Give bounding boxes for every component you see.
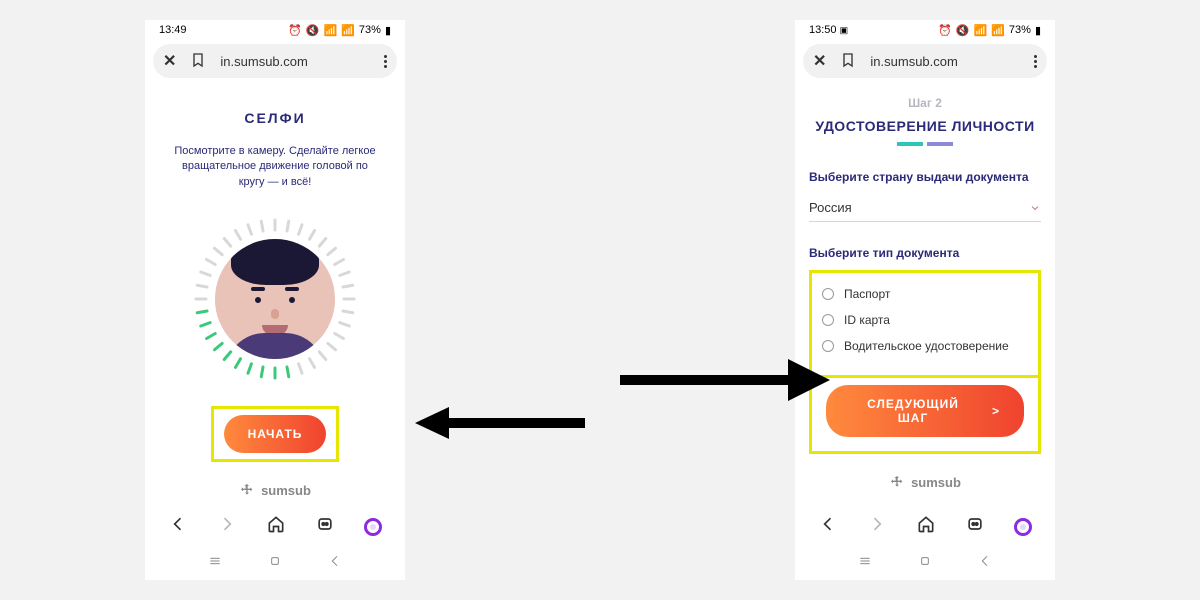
doctype-option-driver[interactable]: Водительское удостоверение (822, 333, 1028, 359)
status-bar: 13:50 ▣ ⏰ 🔇 📶 📶 73% ▮ (795, 20, 1055, 40)
status-bar: 13:49 ⏰ 🔇 📶 📶 73% ▮ (145, 20, 405, 40)
doctype-option-label: Паспорт (844, 287, 890, 301)
screenshot-icon: ▣ (840, 25, 849, 35)
doctype-section-label: Выберите тип документа (809, 246, 1041, 260)
signal-icon: 📶 (991, 24, 1005, 37)
sys-back-icon[interactable] (327, 553, 343, 574)
signal-icon: 📶 (341, 24, 355, 37)
highlight-doctype-box: Паспорт ID карта Водительское удостовере… (809, 270, 1041, 378)
battery-icon: ▮ (385, 24, 391, 37)
selfie-title: СЕЛФИ (244, 110, 305, 126)
status-time: 13:49 (159, 24, 187, 36)
step-label: Шаг 2 (908, 96, 942, 110)
nav-back-icon[interactable] (168, 514, 188, 539)
start-button[interactable]: НАЧАТЬ (224, 415, 327, 453)
annotation-arrow-right (620, 355, 830, 405)
identity-title: УДОСТОВЕРЕНИЕ ЛИЧНОСТИ (815, 118, 1034, 134)
system-nav-bar (795, 549, 1055, 580)
sumsub-icon (889, 474, 905, 490)
wifi-icon: 📶 (324, 24, 338, 37)
brand-logo: sumsub (889, 474, 961, 490)
battery-icon: ▮ (1035, 24, 1041, 37)
doctype-option-idcard[interactable]: ID карта (822, 307, 1028, 333)
alarm-icon: ⏰ (938, 24, 952, 37)
nav-assistant-icon[interactable] (1014, 518, 1032, 536)
wifi-icon: 📶 (974, 24, 988, 37)
nav-forward-icon[interactable] (217, 514, 237, 539)
country-section-label: Выберите страну выдачи документа (809, 170, 1041, 184)
nav-assistant-icon[interactable] (364, 518, 382, 536)
doctype-option-passport[interactable]: Паспорт (822, 281, 1028, 307)
identity-screen: Шаг 2 УДОСТОВЕРЕНИЕ ЛИЧНОСТИ Выберите ст… (795, 78, 1055, 508)
brand-text: sumsub (261, 483, 311, 498)
sys-recent-icon[interactable] (857, 553, 873, 574)
phone-screenshot-selfie: 13:49 ⏰ 🔇 📶 📶 73% ▮ ✕ in.sumsub.com СЕЛФ… (145, 20, 405, 580)
sys-home-icon[interactable] (267, 553, 283, 574)
selfie-instructions: Посмотрите в камеру. Сделайте легкое вра… (159, 144, 391, 190)
system-nav-bar (145, 549, 405, 580)
face-avatar-icon (215, 239, 335, 359)
status-icons: ⏰ 🔇 📶 📶 73% ▮ (938, 24, 1041, 37)
phone-screenshot-identity: 13:50 ▣ ⏰ 🔇 📶 📶 73% ▮ ✕ in.sumsub.com Ша… (795, 20, 1055, 580)
country-select[interactable]: Россия (809, 194, 1041, 222)
doctype-option-label: Водительское удостоверение (844, 339, 1009, 353)
bookmark-icon[interactable] (840, 52, 856, 71)
kebab-menu-icon[interactable] (1034, 55, 1037, 68)
url-text: in.sumsub.com (870, 54, 1020, 69)
brand-text: sumsub (911, 475, 961, 490)
country-value: Россия (809, 200, 852, 215)
nav-tabs-icon[interactable] (965, 514, 985, 539)
radio-icon (822, 314, 834, 326)
nav-forward-icon[interactable] (867, 514, 887, 539)
close-icon[interactable]: ✕ (813, 51, 826, 71)
sumsub-icon (239, 482, 255, 498)
nav-back-icon[interactable] (818, 514, 838, 539)
browser-address-bar[interactable]: ✕ in.sumsub.com (803, 44, 1047, 78)
url-text: in.sumsub.com (220, 54, 370, 69)
status-time: 13:50 ▣ (809, 24, 848, 36)
radio-icon (822, 340, 834, 352)
browser-bottom-nav (153, 508, 397, 545)
nav-home-icon[interactable] (266, 514, 286, 539)
progress-indicator (897, 142, 953, 146)
sys-back-icon[interactable] (977, 553, 993, 574)
status-icons: ⏰ 🔇 📶 📶 73% ▮ (288, 24, 391, 37)
browser-address-bar[interactable]: ✕ in.sumsub.com (153, 44, 397, 78)
close-icon[interactable]: ✕ (163, 51, 176, 71)
sys-home-icon[interactable] (917, 553, 933, 574)
annotation-arrow-left (415, 403, 585, 443)
alarm-icon: ⏰ (288, 24, 302, 37)
battery-label: 73% (359, 24, 381, 36)
nav-home-icon[interactable] (916, 514, 936, 539)
nav-tabs-icon[interactable] (315, 514, 335, 539)
browser-bottom-nav (803, 508, 1047, 545)
next-button-label: СЛЕДУЮЩИЙ ШАГ (850, 397, 976, 425)
arrow-right-icon: > (992, 404, 1000, 418)
sys-recent-icon[interactable] (207, 553, 223, 574)
chevron-down-icon (1029, 202, 1041, 214)
battery-label: 73% (1009, 24, 1031, 36)
brand-logo: sumsub (239, 482, 311, 498)
next-step-button[interactable]: СЛЕДУЮЩИЙ ШАГ > (826, 385, 1024, 437)
vibrate-icon: 🔇 (306, 24, 320, 37)
doctype-option-label: ID карта (844, 313, 890, 327)
selfie-avatar-ring (190, 214, 360, 384)
selfie-screen: СЕЛФИ Посмотрите в камеру. Сделайте легк… (145, 78, 405, 508)
bookmark-icon[interactable] (190, 52, 206, 71)
highlight-next-button: СЛЕДУЮЩИЙ ШАГ > (809, 375, 1041, 454)
highlight-start-button: НАЧАТЬ (211, 406, 340, 462)
start-button-label: НАЧАТЬ (248, 427, 303, 441)
vibrate-icon: 🔇 (956, 24, 970, 37)
radio-icon (822, 288, 834, 300)
kebab-menu-icon[interactable] (384, 55, 387, 68)
